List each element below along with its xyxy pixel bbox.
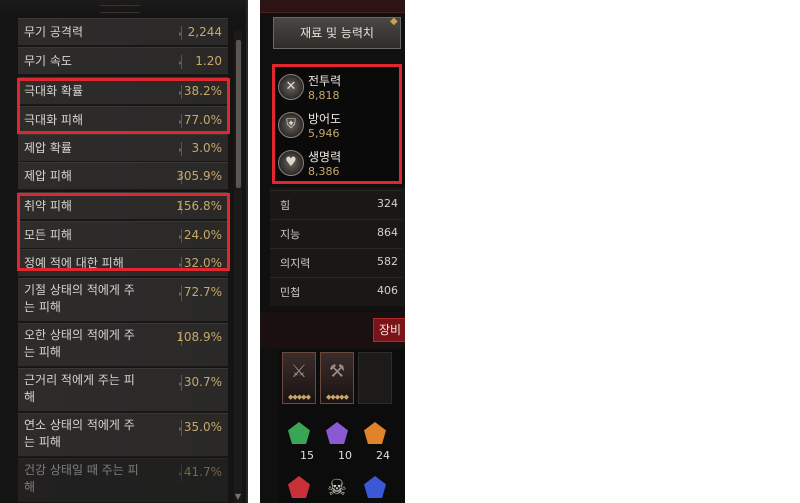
stat-value: 72.7% (183, 285, 222, 299)
attribute-name: 의지력 (280, 257, 311, 270)
attribute-row: 의지력 582 (270, 248, 402, 276)
stat-name: 제압 피해 (24, 169, 72, 183)
stat-name: 근거리 적에게 주는 피 해 (24, 373, 135, 404)
empty-slot[interactable] (358, 352, 392, 404)
stat-name: 건강 상태일 때 주는 피 해 (24, 463, 139, 494)
equipped-item-2[interactable]: ⚒ ◆◆◆◆◆ (320, 352, 354, 404)
stat-value: 35.0% (183, 420, 222, 434)
ruby-gem-icon (288, 476, 310, 498)
item-icon: ⚔ (290, 361, 308, 382)
stat-name: 무기 공격력 (24, 25, 84, 39)
gem-slot-sapphire[interactable] (358, 472, 392, 503)
stat-separator (179, 55, 182, 69)
stat-value: 3.0% (191, 141, 223, 155)
scrollbar-thumb[interactable] (236, 40, 241, 188)
stat-separator (179, 142, 182, 156)
attribute-value: 406 (377, 284, 398, 297)
attribute-value: 324 (377, 197, 398, 210)
equipped-item-1[interactable]: ⚔ ◆◆◆◆◆ (282, 352, 316, 404)
notification-diamond-icon: ◆ (390, 16, 398, 27)
stat-separator (179, 285, 182, 301)
stat-value: 305.9% (176, 169, 222, 183)
stat-value: 30.7% (183, 375, 222, 389)
attribute-value: 582 (377, 255, 398, 268)
highlight-box-damage (17, 193, 230, 271)
highlight-box-critical (17, 78, 230, 134)
stat-value: 2,244 (187, 25, 222, 39)
item-stars: ◆◆◆◆◆ (326, 393, 349, 401)
gem-count: 15 (300, 449, 314, 462)
emerald-gem-icon (288, 422, 310, 444)
sapphire-gem-icon (364, 476, 386, 498)
stat-row[interactable]: 근거리 적에게 주는 피 해 30.7% (18, 368, 228, 412)
attribute-value: 864 (377, 226, 398, 239)
stat-row[interactable]: 기절 상태의 적에게 주 는 피해 72.7% (18, 278, 228, 322)
gem-slot-emerald[interactable]: 15 (282, 418, 316, 462)
stat-name: 연소 상태의 적에게 주 는 피해 (24, 418, 135, 449)
stat-row[interactable]: 건강 상태일 때 주는 피 해 41.7% (18, 458, 228, 503)
attribute-row: 민첩 406 (270, 277, 402, 305)
stat-row[interactable]: 무기 속도 1.20 (18, 47, 228, 75)
gem-count: 24 (376, 449, 390, 462)
stat-separator (179, 465, 182, 481)
stat-row[interactable]: 제압 확률 3.0% (18, 134, 228, 162)
scroll-down-arrow-icon[interactable]: ▼ (234, 492, 242, 502)
attribute-row: 힘 324 (270, 190, 402, 218)
stat-name: 오한 상태의 적에게 주 는 피해 (24, 328, 135, 359)
topaz-gem-icon (364, 422, 386, 444)
stat-separator (179, 26, 182, 40)
attribute-name: 힘 (280, 199, 291, 212)
stat-separator (179, 420, 182, 436)
stat-name: 무기 속도 (24, 54, 72, 68)
stat-name: 기절 상태의 적에게 주 는 피해 (24, 283, 135, 314)
stat-value: 41.7% (183, 465, 222, 479)
stat-row[interactable]: 오한 상태의 적에게 주 는 피해 108.9% (18, 323, 228, 367)
panel-ornament (0, 0, 246, 16)
gem-slot-amethyst[interactable]: 10 (320, 418, 354, 462)
tab-equipment[interactable]: 장비 (373, 318, 405, 342)
gem-count: 10 (338, 449, 352, 462)
stat-row[interactable]: 무기 공격력 2,244 (18, 18, 228, 46)
top-strip (260, 0, 405, 13)
highlight-box-power (272, 64, 402, 184)
attribute-row: 지능 864 (270, 219, 402, 247)
materials-and-stats-button[interactable]: 재료 및 능력치 (273, 17, 401, 49)
skull-gem-icon[interactable]: ☠ (320, 472, 354, 503)
stat-name: 제압 확률 (24, 141, 72, 155)
stat-value: 1.20 (195, 54, 222, 68)
stat-row[interactable]: 제압 피해 305.9% (18, 162, 228, 190)
item-stars: ◆◆◆◆◆ (288, 393, 311, 401)
stat-row[interactable]: 연소 상태의 적에게 주 는 피해 35.0% (18, 413, 228, 457)
stat-value: 108.9% (176, 330, 222, 344)
attribute-name: 지능 (280, 228, 301, 241)
stat-separator (179, 375, 182, 391)
item-icon: ⚒ (328, 361, 346, 382)
attribute-name: 민첩 (280, 286, 301, 299)
gem-slot-topaz[interactable]: 24 (358, 418, 392, 462)
amethyst-gem-icon (326, 422, 348, 444)
gem-slot-ruby[interactable] (282, 472, 316, 503)
